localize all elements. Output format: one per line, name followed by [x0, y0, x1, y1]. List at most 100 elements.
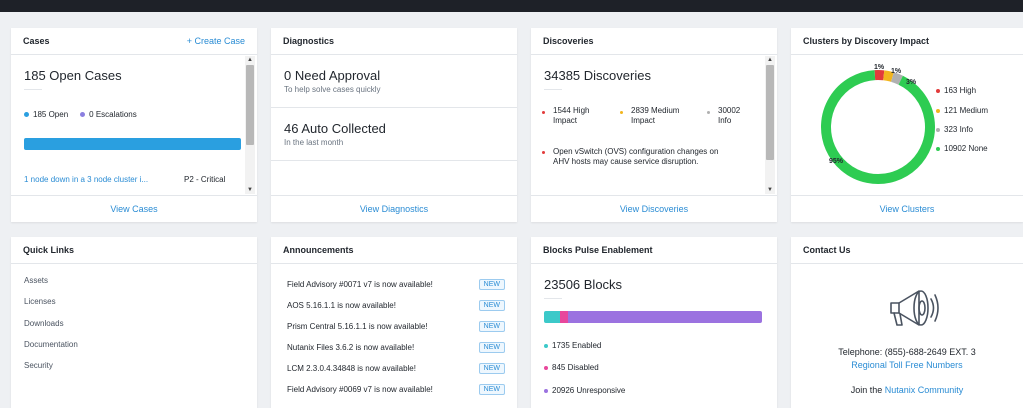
regional-toll-free-link[interactable]: Regional Toll Free Numbers	[791, 360, 1023, 370]
high-impact-line2: Impact	[553, 116, 578, 125]
cases-header: Cases + Create Case	[11, 28, 257, 55]
discovery-item-line1: Open vSwitch (OVS) configuration changes…	[553, 147, 719, 156]
discoveries-card: Discoveries 34385 Discoveries 1544 High …	[531, 28, 777, 222]
escalations-label: 0 Escalations	[89, 110, 137, 119]
announcement-item[interactable]: Nutanix Files 3.6.2 is now available! NE…	[287, 339, 505, 355]
announcement-item[interactable]: Field Advisory #0069 v7 is now available…	[287, 381, 505, 397]
divider	[544, 89, 562, 90]
announcement-text: Nutanix Files 3.6.2 is now available!	[287, 342, 415, 352]
scroll-up-icon[interactable]: ▲	[245, 56, 255, 64]
announcement-text: Prism Central 5.16.1.1 is now available!	[287, 321, 428, 331]
none-pct-label: 95%	[829, 158, 844, 165]
view-discoveries-link[interactable]: View Discoveries	[531, 195, 777, 222]
quick-link-security[interactable]: Security	[24, 361, 53, 370]
announcements-card: Announcements Field Advisory #0071 v7 is…	[271, 237, 517, 408]
diagnostics-card: Diagnostics 0 Need Approval To help solv…	[271, 28, 517, 222]
quick-links-card: Quick Links Assets Licenses Downloads Do…	[11, 237, 257, 408]
high-impact-line1: 1544 High	[553, 106, 590, 115]
create-case-link[interactable]: + Create Case	[187, 36, 245, 46]
new-badge: NEW	[478, 383, 505, 395]
need-approval-count: 0 Need Approval	[284, 68, 381, 83]
quick-links-title: Quick Links	[23, 245, 75, 255]
view-clusters-link[interactable]: View Clusters	[791, 195, 1023, 222]
pulse-stacked-bar	[544, 311, 762, 323]
high-impact[interactable]: 1544 High Impact	[542, 106, 589, 126]
enabled-row: 1735 Enabled	[544, 341, 601, 350]
cases-card: Cases + Create Case 185 Open Cases 185 O…	[11, 28, 257, 222]
high-pct-label: 1%	[874, 64, 885, 71]
announcements-header: Announcements	[271, 237, 517, 264]
announcement-item[interactable]: AOS 5.16.1.1 is now available! NEW	[287, 297, 505, 313]
discovery-item-text: Open vSwitch (OVS) configuration changes…	[553, 147, 718, 167]
discovery-item[interactable]: Open vSwitch (OVS) configuration changes…	[542, 147, 718, 167]
new-badge: NEW	[478, 341, 505, 353]
discovery-item-dot	[542, 151, 545, 154]
announcement-text: AOS 5.16.1.1 is now available!	[287, 300, 396, 310]
info-impact-line1: 30002	[718, 106, 741, 115]
join-community: Join the Nutanix Community	[791, 385, 1023, 395]
auto-collected-count: 46 Auto Collected	[284, 121, 386, 136]
nutanix-community-link[interactable]: Nutanix Community	[885, 385, 964, 395]
discoveries-scrollbar[interactable]: ▲ ▼	[765, 56, 775, 194]
view-diagnostics-link[interactable]: View Diagnostics	[271, 195, 517, 222]
disabled-row: 845 Disabled	[544, 363, 599, 372]
bar-segment-unresponsive	[567, 311, 762, 323]
medium-pct-label: 1%	[891, 68, 902, 75]
open-cases-count: 185 Open Cases	[24, 68, 122, 83]
scroll-down-icon[interactable]: ▼	[765, 186, 775, 194]
announcement-text: LCM 2.3.0.4.34848 is now available!	[287, 363, 416, 373]
medium-impact-text: 2839 Medium Impact	[631, 106, 679, 126]
quick-link-documentation[interactable]: Documentation	[24, 340, 78, 349]
legend-none-label: 10902 None	[944, 144, 988, 153]
scroll-thumb[interactable]	[766, 65, 774, 160]
quick-link-licenses[interactable]: Licenses	[24, 297, 56, 306]
legend-medium-dot	[936, 108, 940, 113]
blocks-count: 23506 Blocks	[544, 277, 623, 292]
donut-slice-info	[890, 72, 903, 85]
join-prefix: Join the	[850, 385, 883, 395]
cases-scrollbar[interactable]: ▲ ▼	[245, 56, 255, 194]
scroll-down-icon[interactable]: ▼	[245, 186, 255, 194]
divider	[544, 298, 562, 299]
quick-link-downloads[interactable]: Downloads	[24, 319, 64, 328]
scroll-thumb[interactable]	[246, 65, 254, 145]
bar-segment-disabled	[560, 311, 568, 323]
scroll-up-icon[interactable]: ▲	[765, 56, 775, 64]
blocks-pulse-header: Blocks Pulse Enablement	[531, 237, 777, 264]
quick-links-header: Quick Links	[11, 237, 257, 264]
auto-collected-sub: In the last month	[284, 138, 344, 147]
clusters-card: Clusters by Discovery Impact 1% 1% 3% 95…	[791, 28, 1023, 222]
diagnostics-header: Diagnostics	[271, 28, 517, 55]
view-cases-link[interactable]: View Cases	[11, 195, 257, 222]
medium-dot	[620, 111, 623, 114]
info-impact[interactable]: 30002 Info	[707, 106, 740, 126]
discovery-impact-donut-chart	[821, 70, 935, 184]
unresponsive-label: 20926 Unresponsive	[552, 386, 626, 395]
info-dot	[707, 111, 710, 114]
legend-none: 10902 None	[936, 144, 988, 153]
bar-segment-enabled	[544, 311, 561, 323]
megaphone-icon	[890, 290, 939, 326]
announcement-item[interactable]: Field Advisory #0071 v7 is now available…	[287, 276, 505, 292]
legend-info: 323 Info	[936, 125, 973, 134]
case-priority: P2 - Critical	[184, 175, 226, 184]
new-badge: NEW	[478, 362, 505, 374]
top-bar	[0, 0, 1023, 12]
legend-info-label: 323 Info	[944, 125, 973, 134]
announcement-item[interactable]: Prism Central 5.16.1.1 is now available!…	[287, 318, 505, 334]
legend-high-dot	[936, 88, 940, 93]
enabled-label: 1735 Enabled	[552, 341, 602, 350]
medium-impact-line2: Impact	[631, 116, 656, 125]
legend-info-dot	[936, 127, 940, 132]
divider	[271, 107, 517, 108]
quick-link-assets[interactable]: Assets	[24, 276, 48, 285]
blocks-pulse-title: Blocks Pulse Enablement	[543, 245, 653, 255]
medium-impact[interactable]: 2839 Medium Impact	[620, 106, 679, 126]
announcement-item[interactable]: LCM 2.3.0.4.34848 is now available! NEW	[287, 360, 505, 376]
info-pct-label: 3%	[906, 79, 917, 86]
unresponsive-dot	[544, 388, 548, 393]
case-link[interactable]: 1 node down in a 3 node cluster i...	[24, 175, 148, 184]
escalations-dot	[80, 112, 86, 117]
diagnostics-title: Diagnostics	[283, 36, 335, 46]
contact-card: Contact Us Telephone: (855)-688-2649 EXT…	[791, 237, 1023, 408]
